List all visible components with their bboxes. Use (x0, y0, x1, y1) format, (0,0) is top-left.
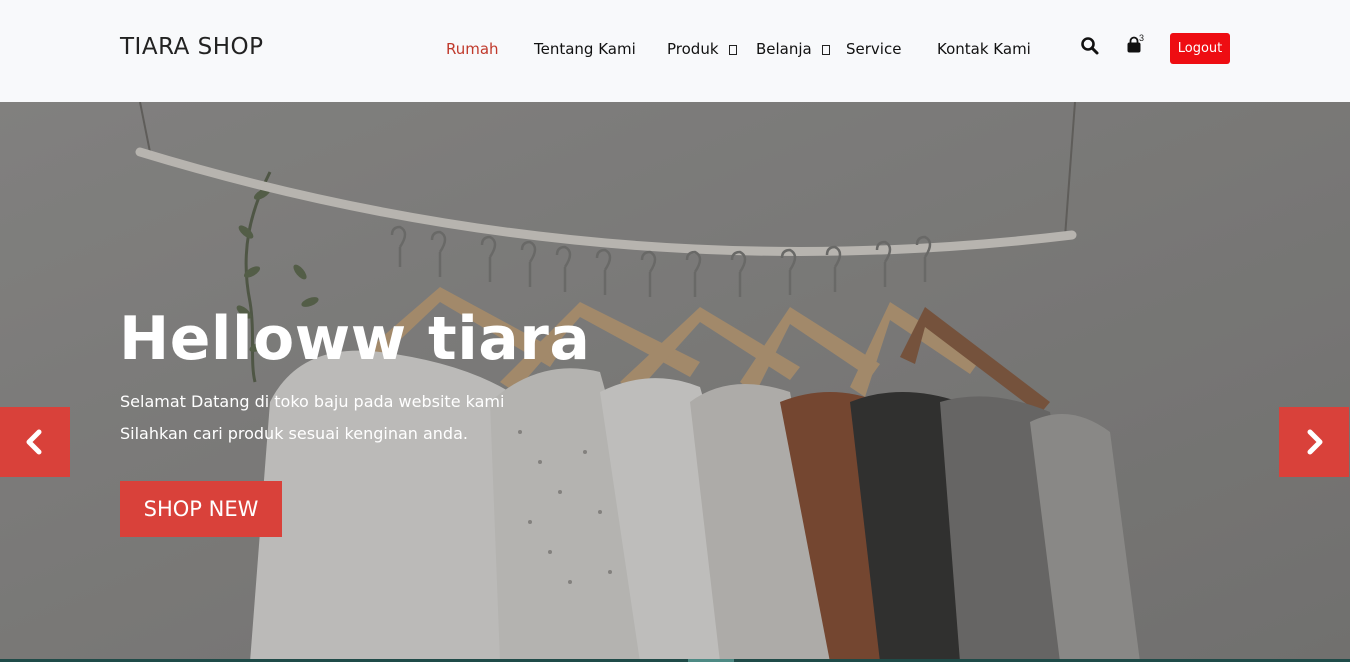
search-icon[interactable] (1080, 36, 1102, 58)
site-header: TIARA SHOP Rumah Tentang Kami Produk Bel… (0, 0, 1350, 102)
chevron-right-icon (1307, 429, 1323, 455)
nav-label: Service (846, 40, 902, 58)
nav-produk[interactable]: Produk (667, 40, 737, 58)
slider-prev-button[interactable] (0, 407, 70, 477)
nav-label: Belanja (756, 40, 812, 58)
slider-next-button[interactable] (1279, 407, 1349, 477)
nav-service[interactable]: Service (846, 40, 901, 58)
hero-overlay (0, 102, 1350, 662)
logout-button[interactable]: Logout (1170, 33, 1230, 64)
nav-label: Kontak Kami (937, 40, 1031, 58)
nav-rumah[interactable]: Rumah (446, 40, 499, 58)
nav-label: Produk (667, 40, 719, 58)
nav-kontak-kami[interactable]: Kontak Kami (937, 40, 1031, 58)
hero-subtitle-line1: Selamat Datang di toko baju pada website… (120, 392, 505, 411)
hero-title: Helloww tiara (119, 304, 591, 374)
brand-logo[interactable]: TIARA SHOP (120, 34, 264, 60)
nav-label: Tentang Kami (534, 40, 636, 58)
cart-count-badge: 3 (1139, 33, 1145, 43)
nav-label: Rumah (446, 40, 499, 58)
chevron-left-icon (26, 429, 42, 455)
hero-slider: Helloww tiara Selamat Datang di toko baj… (0, 102, 1350, 662)
shop-new-button[interactable]: SHOP NEW (120, 481, 282, 537)
dropdown-icon (821, 45, 830, 55)
dropdown-icon (728, 45, 737, 55)
hero-subtitle-line2: Silahkan cari produk sesuai kenginan and… (120, 424, 468, 443)
nav-belanja[interactable]: Belanja (756, 40, 830, 58)
nav-tentang-kami[interactable]: Tentang Kami (534, 40, 636, 58)
